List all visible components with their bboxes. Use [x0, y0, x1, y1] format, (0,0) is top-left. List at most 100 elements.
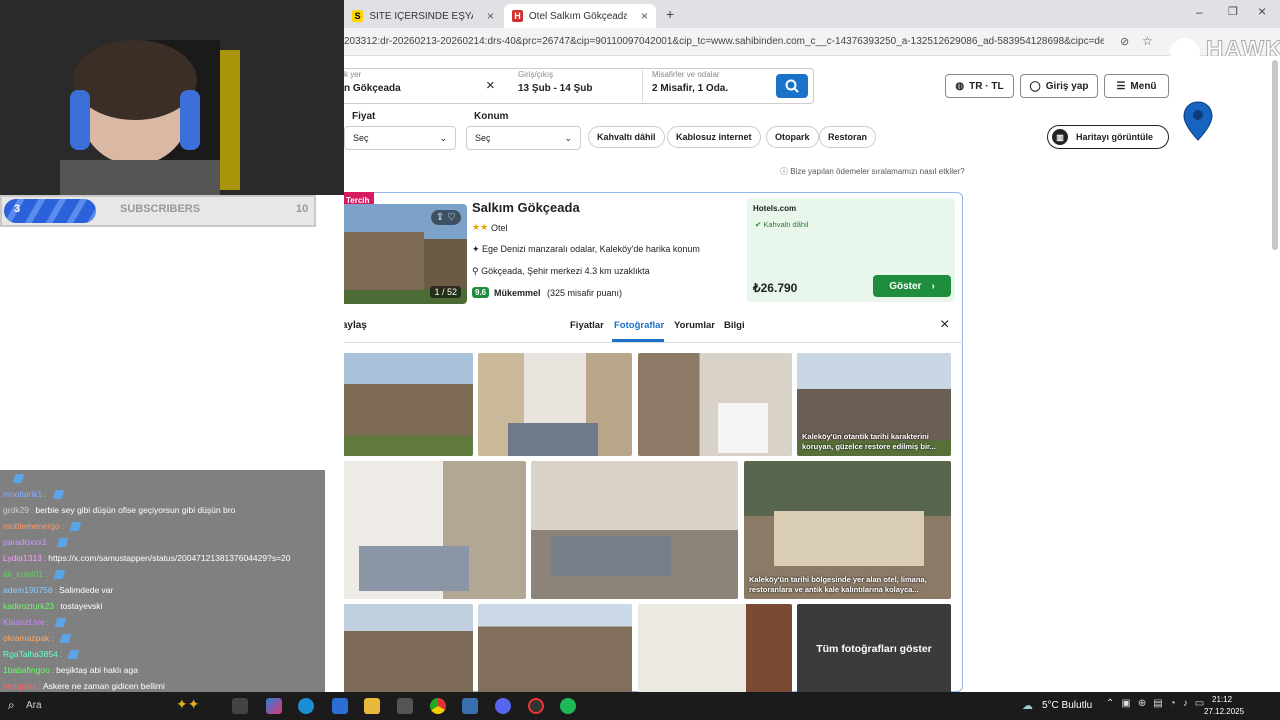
rating-badge: 9.6	[472, 287, 490, 298]
gallery-photo-2[interactable]	[478, 353, 632, 456]
edge-icon[interactable]	[298, 698, 314, 714]
gallery-photo-6[interactable]	[531, 461, 738, 599]
tab-label: Otel Salkım Gökçeada, Türkiye	[528, 10, 627, 22]
chevron-down-icon: ⌄	[564, 132, 572, 143]
bookmark-star-icon[interactable]: ☆	[1142, 34, 1153, 48]
gallery-photo-9[interactable]	[478, 604, 632, 692]
tray-icons[interactable]: ⌃▣⊕▤◔♪▭	[1106, 698, 1211, 709]
chip-parking[interactable]: Otopark	[766, 126, 819, 148]
user-icon: ◯	[1029, 80, 1041, 92]
dates-field[interactable]: Giriş/çıkış 13 Şub - 14 Şub	[518, 70, 638, 102]
tab-label: SİTE İÇERSİNDE EŞYALI KİRALI	[369, 10, 473, 22]
chat-text: beşiktaş abi haklı aga	[56, 665, 138, 675]
close-icon[interactable]: ×	[641, 9, 648, 23]
discord-icon[interactable]	[495, 698, 511, 714]
gallery-photo-10[interactable]	[638, 604, 792, 692]
guests-field[interactable]: Misafirler ve odalar 2 Misafir, 1 Oda.	[652, 70, 772, 102]
chat-message: adem190758: Salimdede var	[3, 585, 114, 595]
search-button[interactable]	[776, 74, 808, 98]
tab-prices[interactable]: Fiyatlar	[570, 320, 604, 331]
taskbar-search[interactable]: Ara	[26, 700, 42, 711]
clock-time[interactable]: 21:12	[1212, 695, 1232, 704]
review-count: (325 misafir puanı)	[547, 288, 623, 298]
gallery-photo-8[interactable]	[344, 604, 473, 692]
chip-breakfast[interactable]: Kahvaltı dâhil	[588, 126, 665, 148]
chat-message: paradoxxx1:	[0, 534, 325, 550]
gallery-photo-7[interactable]: Kaleköy'ün tarihi bölgesinde yer alan ot…	[744, 461, 951, 599]
tab-otel-salkim[interactable]: H Otel Salkım Gökçeada, Türkiye ×	[504, 4, 656, 28]
copilot-icon[interactable]	[266, 698, 282, 714]
menu-button[interactable]: ☰ Menü	[1104, 74, 1169, 98]
chat-username: mnoltarik1	[3, 489, 43, 499]
store-icon[interactable]	[332, 698, 348, 714]
emote-icon	[67, 649, 80, 659]
chip-wifi[interactable]: Kablosuz internet	[667, 126, 761, 148]
map-view-button[interactable]: ▥ Haritayı görüntüle	[1047, 125, 1169, 149]
window-close-icon[interactable]: ×	[1258, 3, 1266, 19]
widgets-icon[interactable]: ✦✦	[176, 696, 199, 713]
location-select[interactable]: Seç ⌄	[466, 126, 581, 150]
share-heart-icons[interactable]: ⇪ ♡	[430, 210, 461, 225]
chat-message: mnoltarik1:	[0, 486, 325, 502]
chip-restaurant[interactable]: Restoran	[819, 126, 877, 148]
chat-message: kadirozturk23: tostayevski	[3, 601, 103, 611]
tab-photos[interactable]: Fotoğraflar	[614, 320, 664, 331]
photo-caption: Kaleköy'ün tarihi bölgesinde yer alan ot…	[749, 575, 927, 594]
destination-field[interactable]: k yer n Gökçeada	[344, 70, 504, 102]
tab-reviews[interactable]: Yorumlar	[674, 320, 715, 331]
chat-username: adem190758	[3, 585, 53, 595]
share-link[interactable]: ⋖ Paylaş	[344, 320, 367, 331]
price-box: Hotels.com ✔ Kahvaltı dâhil ₺26.790 Göst…	[747, 198, 955, 302]
close-icon[interactable]: ×	[940, 316, 949, 334]
language-currency-button[interactable]: ◍ TR · TL	[945, 74, 1014, 98]
clock-date[interactable]: 27.12.2025	[1204, 707, 1244, 716]
task-view-icon[interactable]	[232, 698, 248, 714]
show-all-photos-button[interactable]: Tüm fotoğrafları göster	[797, 604, 951, 692]
location-icon: ⚲	[472, 266, 482, 276]
tab-site-icersinde[interactable]: S SİTE İÇERSİNDE EŞYALI KİRALI ×	[344, 4, 502, 28]
obs-icon[interactable]	[528, 698, 544, 714]
eye-off-icon[interactable]: ⊘	[1120, 35, 1129, 48]
app-icon[interactable]	[462, 698, 478, 714]
close-icon[interactable]: ×	[487, 9, 494, 23]
chrome-icon[interactable]	[430, 698, 446, 714]
hotel-type: Otel	[491, 223, 508, 233]
url-text[interactable]: 203312:dr-20260213-20260214:drs-40&prc=2…	[344, 36, 1104, 47]
chat-message: okramazpak:	[0, 630, 325, 646]
login-button[interactable]: ◯ Giriş yap	[1020, 74, 1098, 98]
chat-message: ali_kubil01:	[0, 566, 325, 582]
chat-text: Askere ne zaman gidicen bellimi	[42, 681, 165, 691]
minimize-icon[interactable]: –	[1196, 5, 1203, 19]
app-icon[interactable]	[397, 698, 413, 714]
clear-icon[interactable]: ×	[486, 77, 495, 94]
hotels-page: k yer n Gökçeada × Giriş/çıkış 13 Şub - …	[344, 56, 1280, 692]
gallery-photo-1[interactable]	[344, 353, 473, 456]
show-deal-button[interactable]: Göster ›	[873, 275, 951, 297]
spotify-icon[interactable]	[560, 698, 576, 714]
search-icon[interactable]: ⌕	[8, 698, 15, 713]
price: ₺26.790	[753, 281, 798, 295]
explorer-icon[interactable]	[364, 698, 380, 714]
payment-notice[interactable]: ⓘ Bize yapılan ödemeler sıralamamızı nas…	[780, 166, 965, 177]
subscriber-bar: 3 SUBSCRIBERS 10	[0, 195, 316, 227]
emote-icon	[69, 521, 82, 531]
chat-text: tostayevski	[60, 601, 103, 611]
weather-text[interactable]: 5°C Bulutlu	[1042, 700, 1092, 711]
tab-info[interactable]: Bilgi	[724, 320, 745, 331]
gallery-photo-3[interactable]	[638, 353, 792, 456]
hotel-main-photo[interactable]: 1 / 52 ⇪ ♡	[344, 204, 467, 304]
new-tab-icon[interactable]: +	[666, 6, 674, 22]
gallery-photo-5[interactable]	[344, 461, 526, 599]
chat-message: KlaanzLive:	[0, 614, 325, 630]
address-bar[interactable]: 203312:dr-20260213-20260214:drs-40&prc=2…	[344, 28, 1280, 68]
price-select[interactable]: Seç ⌄	[344, 126, 456, 150]
hotel-name[interactable]: Salkım Gökçeada	[472, 200, 580, 215]
chat-username: RgaTalha3854	[3, 649, 58, 659]
gallery-photo-4[interactable]: Kaleköy'ün otantik tarihi karakterini ko…	[797, 353, 951, 456]
chat-message: Lydia1313: https://x.com/samustappen/stat…	[3, 553, 291, 563]
restore-icon[interactable]: ❐	[1228, 5, 1238, 18]
info-icon: ⓘ	[780, 167, 791, 176]
emote-icon	[59, 633, 71, 643]
scrollbar[interactable]	[1272, 60, 1278, 250]
breakfast-included: ✔ Kahvaltı dâhil	[755, 220, 809, 229]
